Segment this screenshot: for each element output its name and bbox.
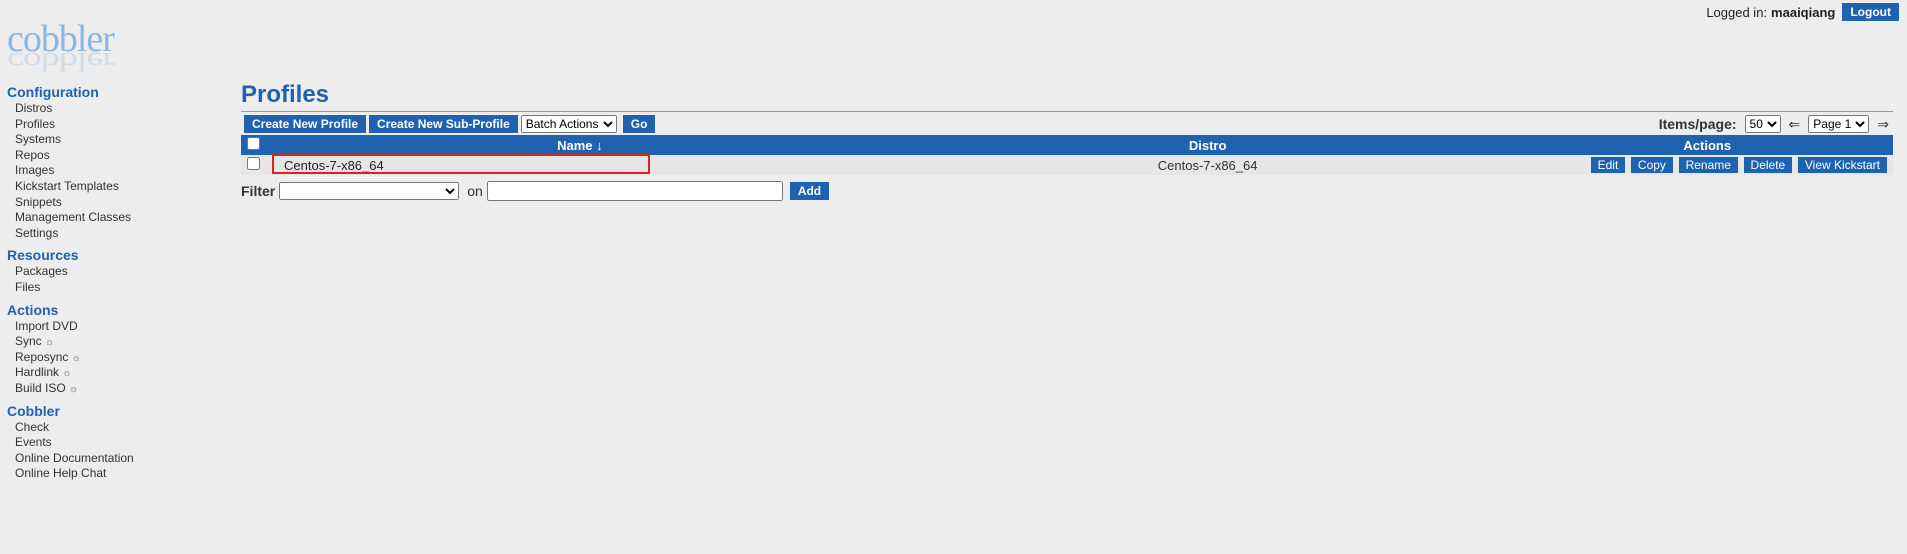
filter-row: Filter on Add <box>241 181 1893 201</box>
filter-label: Filter <box>241 183 275 199</box>
gear-icon: ☼ <box>72 353 81 364</box>
page-title: Profiles <box>241 81 1893 109</box>
nav-section-actions: Actions <box>7 302 235 318</box>
gear-icon: ☼ <box>45 337 54 348</box>
batch-actions-select[interactable]: Batch Actions <box>521 115 617 133</box>
logged-in-label: Logged in: <box>1706 5 1767 20</box>
sidebar-item-management-classes[interactable]: Management Classes <box>15 210 131 224</box>
nav-section-configuration: Configuration <box>7 84 235 100</box>
sidebar-item-sync[interactable]: Sync ☼ <box>15 334 54 348</box>
nav-section-cobbler: Cobbler <box>7 403 235 419</box>
filter-add-button[interactable]: Add <box>790 182 829 200</box>
items-page-select[interactable]: 50 <box>1745 115 1781 133</box>
sidebar-item-reposync[interactable]: Reposync ☼ <box>15 350 81 364</box>
filter-field-select[interactable] <box>279 182 459 200</box>
sidebar-item-check[interactable]: Check <box>15 420 49 434</box>
create-sub-profile-button[interactable]: Create New Sub-Profile <box>369 115 518 133</box>
sidebar-item-systems[interactable]: Systems <box>15 132 61 146</box>
logout-button[interactable]: Logout <box>1842 3 1899 21</box>
sidebar-item-hardlink[interactable]: Hardlink ☼ <box>15 365 72 379</box>
sidebar-item-import-dvd[interactable]: Import DVD <box>15 319 78 333</box>
sidebar-item-repos[interactable]: Repos <box>15 148 50 162</box>
col-distro[interactable]: Distro <box>894 135 1522 155</box>
gear-icon: ☼ <box>69 384 78 395</box>
select-all-checkbox[interactable] <box>247 137 260 150</box>
sidebar-item-events[interactable]: Events <box>15 435 52 449</box>
col-name[interactable]: Name ↓ <box>266 135 894 155</box>
edit-button[interactable]: Edit <box>1591 157 1626 173</box>
create-profile-button[interactable]: Create New Profile <box>244 115 366 133</box>
sidebar-item-online-documentation[interactable]: Online Documentation <box>15 451 134 465</box>
sidebar-item-online-help-chat[interactable]: Online Help Chat <box>15 466 106 480</box>
row-distro: Centos-7-x86_64 <box>894 155 1522 175</box>
table-row: Centos-7-x86_64 Centos-7-x86_64 Edit Cop… <box>241 155 1893 175</box>
col-actions: Actions <box>1522 135 1894 155</box>
gear-icon: ☼ <box>62 368 71 379</box>
sidebar-item-packages[interactable]: Packages <box>15 264 68 278</box>
profiles-table: Name ↓ Distro Actions Centos-7-x86_64 Ce… <box>241 135 1893 175</box>
rename-button[interactable]: Rename <box>1679 157 1738 173</box>
filter-on-label: on <box>467 183 483 199</box>
nav-section-resources: Resources <box>7 247 235 263</box>
go-button[interactable]: Go <box>623 115 656 133</box>
pager: Items/page: 50 ⇐ Page 1 ⇒ <box>1659 115 1893 133</box>
next-page-arrow[interactable]: ⇒ <box>1873 116 1893 133</box>
sidebar-item-kickstart-templates[interactable]: Kickstart Templates <box>15 179 119 193</box>
copy-button[interactable]: Copy <box>1631 157 1673 173</box>
items-page-label: Items/page: <box>1659 116 1737 132</box>
sidebar-item-build-iso[interactable]: Build ISO ☼ <box>15 381 78 395</box>
sidebar-item-snippets[interactable]: Snippets <box>15 195 62 209</box>
filter-value-input[interactable] <box>487 181 783 201</box>
sidebar-item-images[interactable]: Images <box>15 163 54 177</box>
profile-name-link[interactable]: Centos-7-x86_64 <box>284 158 384 173</box>
toolbar: Create New Profile Create New Sub-Profil… <box>241 115 1893 133</box>
divider <box>241 111 1893 112</box>
row-checkbox[interactable] <box>247 157 260 170</box>
logo: cobbler cobbler <box>7 23 235 78</box>
username: maaiqiang <box>1771 5 1835 20</box>
delete-button[interactable]: Delete <box>1744 157 1793 173</box>
sidebar-item-files[interactable]: Files <box>15 280 40 294</box>
view-kickstart-button[interactable]: View Kickstart <box>1798 157 1887 173</box>
sidebar: cobbler cobbler Configuration Distros Pr… <box>0 21 235 486</box>
sidebar-item-distros[interactable]: Distros <box>15 101 52 115</box>
sidebar-item-profiles[interactable]: Profiles <box>15 117 55 131</box>
prev-page-arrow[interactable]: ⇐ <box>1785 116 1805 133</box>
main-content: Profiles Create New Profile Create New S… <box>235 21 1907 209</box>
page-select[interactable]: Page 1 <box>1808 115 1869 133</box>
sidebar-item-settings[interactable]: Settings <box>15 226 58 240</box>
